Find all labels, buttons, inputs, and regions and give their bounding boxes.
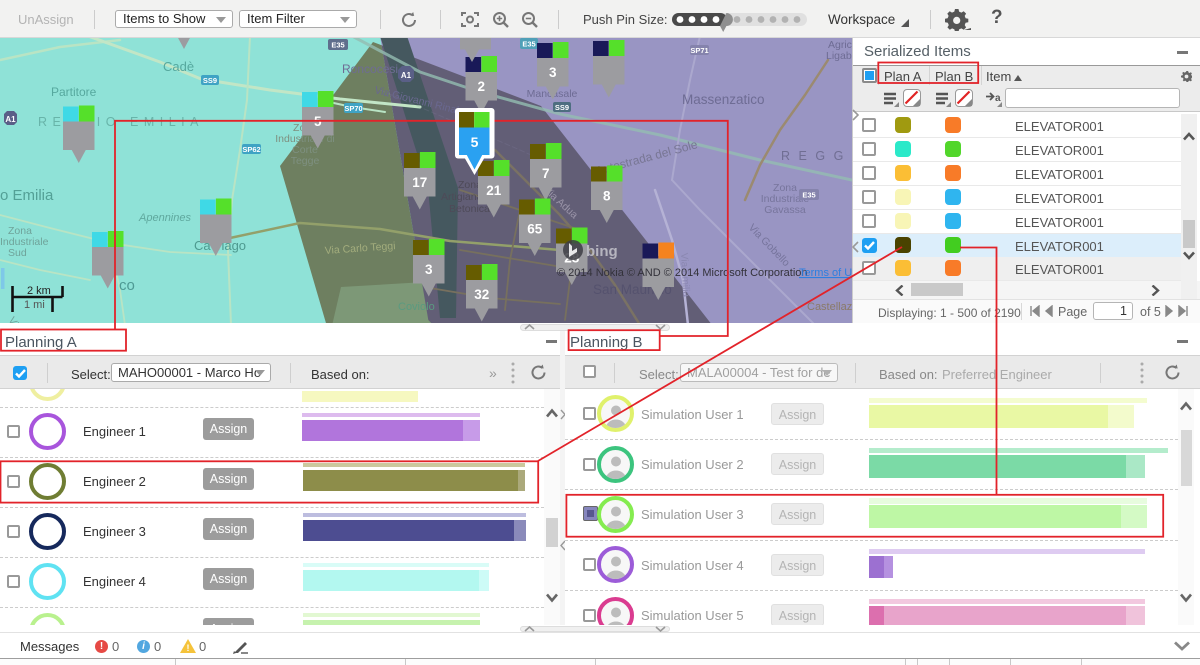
svg-text:o Emilia: o Emilia bbox=[0, 187, 54, 204]
svg-text:SP70: SP70 bbox=[344, 104, 362, 113]
svg-text:co: co bbox=[119, 277, 135, 294]
svg-text:65: 65 bbox=[527, 222, 543, 237]
svg-text:E35: E35 bbox=[522, 40, 535, 49]
svg-text:Betonica: Betonica bbox=[449, 203, 490, 215]
svg-text:SS9: SS9 bbox=[203, 76, 217, 85]
svg-text:2 km: 2 km bbox=[27, 285, 51, 297]
svg-text:3: 3 bbox=[425, 262, 433, 277]
svg-text:1 mi: 1 mi bbox=[24, 299, 45, 311]
svg-text:Terms of Use: Terms of Use bbox=[799, 267, 852, 279]
svg-text:SS9: SS9 bbox=[555, 103, 569, 112]
svg-text:© 2014 Nokia © AND © 2014 Micr: © 2014 Nokia © AND © 2014 Microsoft Corp… bbox=[557, 267, 808, 279]
svg-text:Gavassa: Gavassa bbox=[764, 204, 806, 216]
svg-text:REGG: REGG bbox=[781, 149, 852, 163]
svg-text:Massenzatico: Massenzatico bbox=[682, 92, 765, 107]
svg-text:Cadè: Cadè bbox=[163, 59, 194, 74]
svg-text:SP62: SP62 bbox=[242, 145, 260, 154]
svg-text:REGGIO EMILIA: REGGIO EMILIA bbox=[38, 115, 204, 129]
svg-text:Tegge: Tegge bbox=[291, 155, 320, 167]
svg-text:7: 7 bbox=[542, 166, 550, 181]
svg-text:32: 32 bbox=[474, 287, 489, 302]
svg-text:E35: E35 bbox=[802, 191, 815, 200]
svg-text:SP71: SP71 bbox=[690, 46, 708, 55]
svg-text:Castellaz: Castellaz bbox=[807, 301, 852, 313]
svg-text:17: 17 bbox=[412, 175, 427, 190]
svg-text:21: 21 bbox=[486, 183, 502, 198]
svg-text:Roncocesi: Roncocesi bbox=[342, 62, 398, 76]
svg-text:5: 5 bbox=[314, 114, 322, 129]
svg-text:A1: A1 bbox=[401, 71, 412, 80]
svg-text:A1: A1 bbox=[5, 115, 16, 124]
svg-text:E35: E35 bbox=[331, 41, 344, 50]
svg-text:!: ! bbox=[187, 643, 190, 653]
svg-text:2: 2 bbox=[477, 79, 485, 94]
svg-text:a: a bbox=[995, 93, 1001, 104]
svg-text:Apennines: Apennines bbox=[138, 212, 191, 224]
svg-text:bing: bing bbox=[586, 243, 618, 260]
svg-text:Partitore: Partitore bbox=[51, 85, 97, 99]
svg-text:8: 8 bbox=[603, 189, 611, 204]
svg-text:Ligab: Ligab bbox=[826, 50, 852, 62]
svg-text:Artigiana: Artigiana bbox=[441, 191, 483, 203]
svg-text:Sud: Sud bbox=[8, 247, 27, 259]
svg-text:Coviolo: Coviolo bbox=[398, 301, 435, 313]
svg-text:3: 3 bbox=[549, 65, 557, 80]
